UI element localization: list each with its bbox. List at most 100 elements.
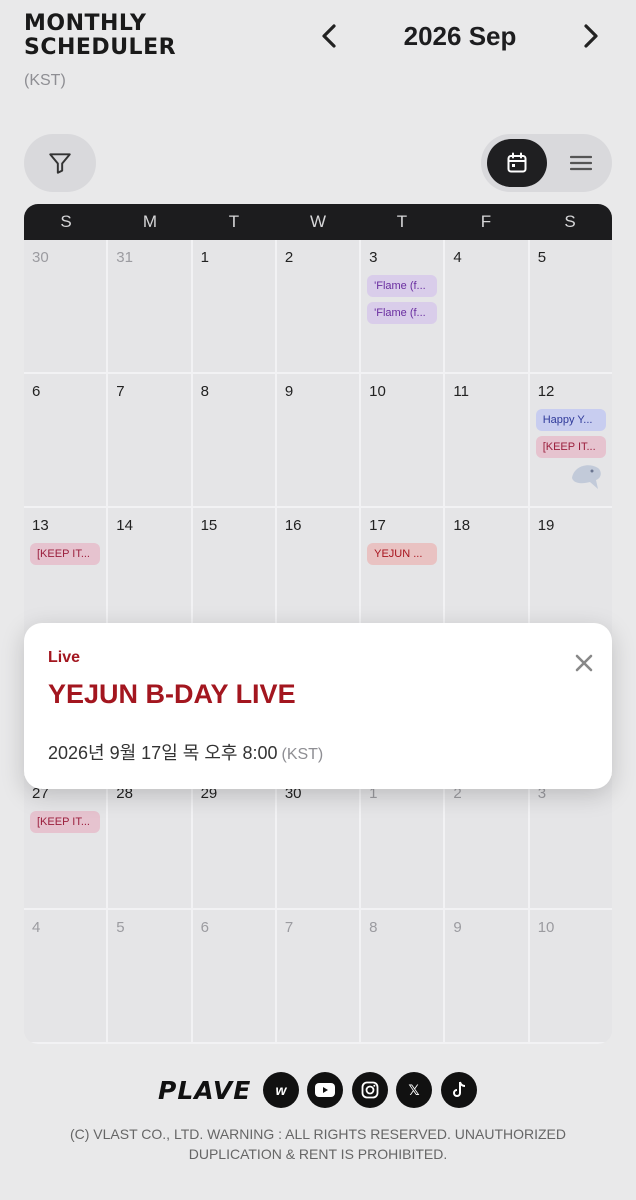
day-cell[interactable]: 3: [529, 776, 612, 908]
day-cell[interactable]: 1: [192, 240, 277, 372]
event-category: Live: [48, 649, 81, 666]
day-cell[interactable]: 2: [445, 776, 530, 908]
list-view-button[interactable]: [555, 139, 607, 187]
day-cell[interactable]: 30: [24, 240, 109, 372]
event-title: YEJUN B-DAY LIVE: [48, 679, 296, 709]
day-cell[interactable]: 1: [361, 776, 446, 908]
day-number: 15: [200, 517, 218, 534]
day-cell[interactable]: 27 [KEEP IT...: [24, 776, 109, 908]
weverse-link[interactable]: w: [263, 1072, 299, 1108]
chevron-left-icon: [322, 24, 336, 48]
day-cell[interactable]: 4: [445, 240, 530, 372]
day-number: 17: [369, 517, 386, 534]
day-cell[interactable]: 18: [445, 508, 530, 640]
day-cell[interactable]: 31: [108, 240, 193, 372]
day-number: 10: [369, 383, 386, 400]
event-datetime: 2026년 9월 17일 목 오후 8:00 (KST): [48, 739, 323, 765]
day-cell[interactable]: 6: [192, 910, 277, 1042]
day-number: 5: [116, 919, 125, 936]
day-number: 13: [32, 517, 49, 534]
previous-month-button[interactable]: [314, 18, 344, 54]
day-cell[interactable]: 11: [445, 374, 530, 506]
day-number: 7: [284, 919, 294, 936]
day-cell[interactable]: 14: [108, 508, 193, 640]
day-cell[interactable]: 4: [24, 910, 109, 1042]
calendar-week-row: 27 [KEEP IT... 28 29 30 1 2 3: [24, 776, 612, 910]
event-chip[interactable]: [KEEP IT...: [535, 436, 606, 458]
weekday-label: T: [228, 212, 240, 231]
day-number: 8: [369, 919, 378, 936]
day-cell[interactable]: 13 [KEEP IT...: [24, 508, 109, 640]
day-cell[interactable]: 2: [276, 240, 362, 372]
day-cell[interactable]: 5: [529, 240, 612, 372]
copyright-notice: (C) VLAST CO., LTD. WARNING : ALL RIGHTS…: [69, 1126, 567, 1162]
event-chip[interactable]: Happy Y...: [535, 409, 606, 431]
weekday-label: F: [480, 212, 492, 231]
event-timezone: (KST): [281, 746, 324, 763]
list-icon: [570, 155, 592, 171]
calendar-icon: [507, 152, 527, 173]
day-number: 5: [537, 249, 547, 266]
day-cell[interactable]: 9: [445, 910, 530, 1042]
calendar-week-row: 6 7 8 9 10 11 12 Happy Y... [KEEP IT...: [24, 374, 612, 508]
timezone-label: (KST): [24, 72, 66, 89]
day-cell[interactable]: 6: [24, 374, 109, 506]
weekday-label: S: [60, 212, 72, 231]
instagram-icon: [361, 1081, 379, 1099]
day-cell[interactable]: 28: [108, 776, 193, 908]
youtube-link[interactable]: [307, 1072, 343, 1108]
day-cell[interactable]: 10: [529, 910, 612, 1042]
event-chip[interactable]: 'Flame (f...: [367, 275, 438, 297]
day-number: 7: [116, 383, 125, 400]
plave-logo: PLAVE: [158, 1076, 252, 1105]
day-cell[interactable]: 12 Happy Y... [KEEP IT...: [529, 374, 612, 506]
day-number: 16: [284, 517, 302, 534]
day-cell[interactable]: 7: [276, 910, 362, 1042]
day-number: 6: [32, 383, 41, 400]
event-detail-popup: Live YEJUN B-DAY LIVE 2026년 9월 17일 목 오후 …: [24, 623, 612, 789]
day-number: 9: [453, 919, 462, 936]
weekday-label: T: [396, 212, 408, 231]
x-link[interactable]: 𝕏: [396, 1072, 432, 1108]
day-cell[interactable]: 29: [192, 776, 277, 908]
weekday-header: SMTWTFS: [24, 204, 612, 240]
day-cell[interactable]: 19: [529, 508, 612, 640]
weekday-label: S: [564, 212, 576, 231]
day-number: 4: [32, 919, 41, 936]
calendar-view-button[interactable]: [487, 139, 547, 187]
event-chip[interactable]: [KEEP IT...: [30, 543, 100, 565]
weekday-label: M: [142, 212, 158, 231]
instagram-link[interactable]: [352, 1072, 388, 1108]
day-cell[interactable]: 7: [108, 374, 193, 506]
day-number: 12: [537, 383, 555, 400]
calendar-week-row: 13 [KEEP IT... 14 15 16 17 YEJUN ... 18 19: [24, 508, 612, 642]
day-cell[interactable]: 17 YEJUN ...: [361, 508, 446, 640]
day-cell[interactable]: 9: [276, 374, 362, 506]
day-cell[interactable]: 10: [361, 374, 446, 506]
day-number: 18: [453, 517, 471, 534]
day-cell[interactable]: 3 'Flame (f... 'Flame (f...: [361, 240, 446, 372]
calendar-week-row: 30 31 1 2 3 'Flame (f... 'Flame (f... 4 5: [24, 240, 612, 374]
day-cell[interactable]: 8: [192, 374, 277, 506]
filter-button[interactable]: [24, 134, 96, 192]
day-cell[interactable]: 15: [192, 508, 277, 640]
tiktok-link[interactable]: [441, 1072, 477, 1108]
day-number: 19: [537, 517, 555, 534]
event-chip[interactable]: 'Flame (f...: [367, 302, 438, 324]
logo-line-1: MONTHLY: [24, 11, 147, 36]
weverse-icon: w: [275, 1082, 287, 1098]
event-chip[interactable]: YEJUN ...: [367, 543, 438, 565]
event-chip[interactable]: [KEEP IT...: [30, 811, 100, 833]
day-number: 10: [537, 919, 555, 936]
day-number: 30: [32, 249, 49, 266]
day-cell[interactable]: 8: [361, 910, 446, 1042]
day-number: 31: [116, 249, 133, 266]
day-cell[interactable]: 5: [108, 910, 193, 1042]
weekday-label: W: [309, 212, 327, 231]
filter-icon: [49, 153, 71, 174]
next-month-button[interactable]: [576, 18, 606, 54]
day-number: 1: [200, 249, 209, 266]
day-cell[interactable]: 16: [276, 508, 362, 640]
close-popup-button[interactable]: [572, 651, 596, 675]
day-cell[interactable]: 30: [276, 776, 362, 908]
